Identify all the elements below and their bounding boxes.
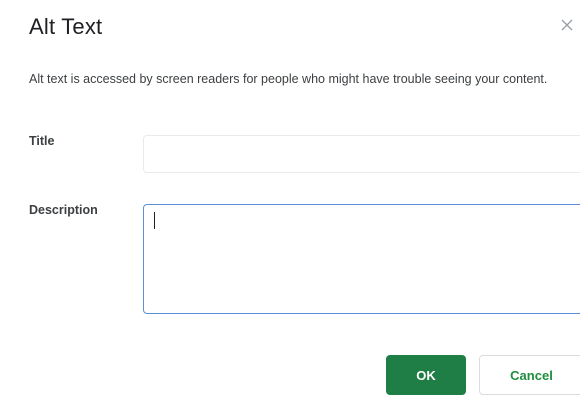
- dialog-description: Alt text is accessed by screen readers f…: [29, 72, 548, 86]
- title-input[interactable]: [143, 135, 580, 173]
- alt-text-dialog: Alt Text Alt text is accessed by screen …: [0, 0, 580, 407]
- text-caret: [154, 212, 155, 229]
- title-label: Title: [29, 134, 55, 148]
- dialog-title: Alt Text: [29, 14, 103, 39]
- description-label: Description: [29, 203, 98, 217]
- description-textarea[interactable]: [143, 204, 580, 314]
- close-icon[interactable]: [560, 18, 576, 34]
- cancel-button[interactable]: Cancel: [479, 355, 580, 395]
- ok-button[interactable]: OK: [386, 355, 466, 395]
